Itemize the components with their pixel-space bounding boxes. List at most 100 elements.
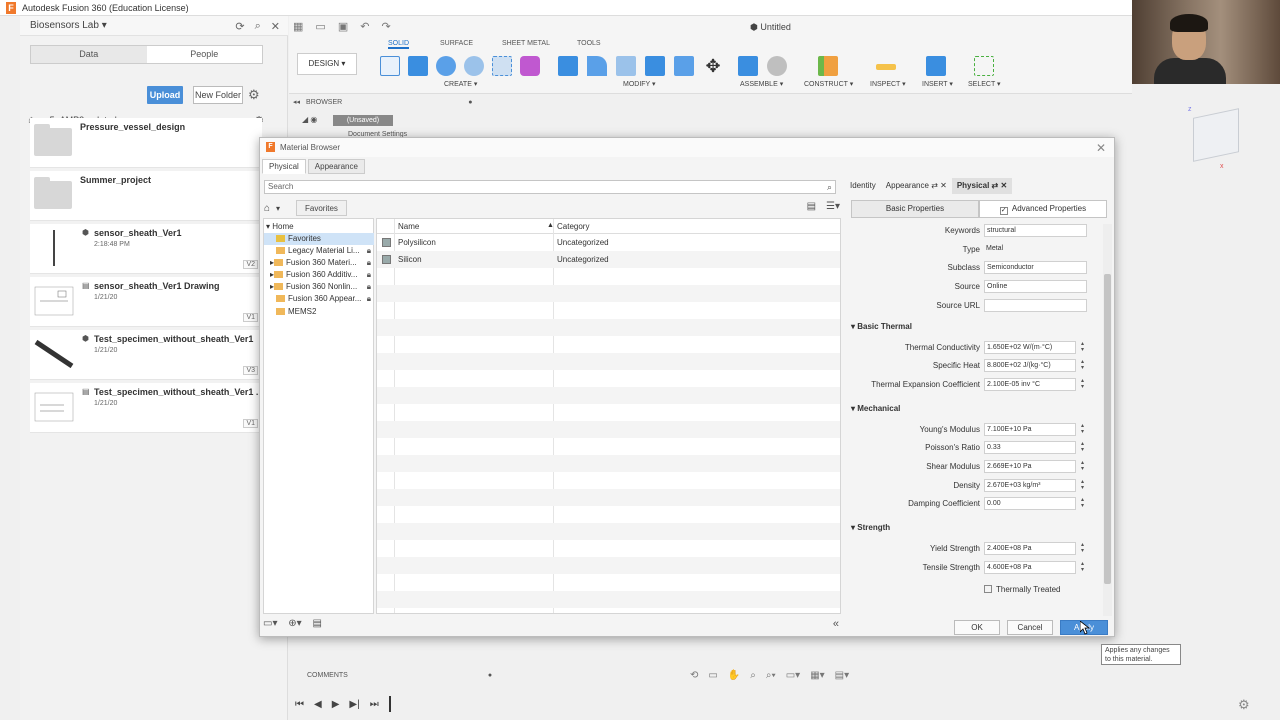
- tab-tools[interactable]: TOOLS: [577, 40, 601, 47]
- tab-solid[interactable]: SOLID: [388, 40, 410, 49]
- property-value-input[interactable]: 7.100E+10 Pa: [984, 422, 1076, 436]
- swap-icon[interactable]: ⇄: [992, 181, 999, 190]
- timeline-forward-icon[interactable]: ▶|: [349, 699, 359, 710]
- property-value[interactable]: Online: [984, 280, 1087, 294]
- tab-identity[interactable]: Identity: [845, 178, 881, 194]
- browser-panel-header[interactable]: ◂◂ BROWSER ●: [289, 94, 489, 110]
- upload-button[interactable]: Upload: [147, 86, 183, 104]
- tab-physical-prop[interactable]: Physical ⇄ ✕: [951, 178, 1013, 194]
- select-menu[interactable]: SELECT ▾: [968, 80, 1001, 88]
- home-icon[interactable]: ⌂: [264, 203, 270, 214]
- property-value-input[interactable]: 0.00: [984, 497, 1076, 511]
- hole-icon[interactable]: [464, 56, 484, 76]
- viewports-icon[interactable]: ▤▾: [835, 670, 849, 681]
- editor-icon[interactable]: ▤: [312, 618, 321, 629]
- list-item[interactable]: sensor_sheath_Ver1 ⬢ 2:18:48 PM V2: [30, 224, 262, 274]
- property-value[interactable]: [984, 298, 1087, 312]
- workspace-switcher[interactable]: DESIGN ▾: [297, 53, 357, 75]
- combine-icon[interactable]: [645, 56, 665, 76]
- new-folder-button[interactable]: New Folder: [193, 86, 243, 104]
- view-toggle-icon[interactable]: ▤: [807, 201, 816, 212]
- gear-icon[interactable]: ⚙: [248, 87, 260, 103]
- basic-properties-tab[interactable]: Basic Properties: [851, 200, 979, 218]
- timeline-play-icon[interactable]: ▶: [332, 699, 340, 710]
- search-icon[interactable]: ⌕: [827, 181, 832, 193]
- spinner-icon[interactable]: ▴ ▾: [1078, 341, 1087, 354]
- new-component-icon[interactable]: [738, 56, 758, 76]
- fillet-icon[interactable]: [587, 56, 607, 76]
- list-item[interactable]: Summer_project: [30, 171, 262, 221]
- collapse-panel-icon[interactable]: «: [833, 618, 839, 630]
- pin-icon[interactable]: ●: [488, 672, 492, 679]
- tab-sheet-metal[interactable]: SHEET METAL: [502, 40, 550, 47]
- timeline-marker[interactable]: [388, 696, 391, 712]
- unsaved-root[interactable]: (Unsaved): [333, 115, 393, 126]
- property-value-input[interactable]: 2.400E+08 Pa: [984, 542, 1076, 556]
- tree-item-legacy[interactable]: Legacy Material Li... 🔒︎: [264, 245, 374, 257]
- tree-item-home[interactable]: ▾ Home: [264, 221, 374, 233]
- grid-settings-icon[interactable]: ▦▾: [810, 670, 824, 681]
- undo-icon[interactable]: ↶: [360, 20, 369, 33]
- advanced-properties-tab[interactable]: ✓ Advanced Properties: [979, 200, 1107, 218]
- close-icon[interactable]: ✕: [1000, 181, 1007, 190]
- orbit-icon[interactable]: ⟲: [690, 670, 698, 681]
- version-badge[interactable]: V3: [243, 366, 258, 375]
- grid-menu-icon[interactable]: ▦: [293, 20, 303, 33]
- section-header[interactable]: ▾ Strength: [851, 523, 890, 532]
- modify-menu[interactable]: MODIFY ▾: [623, 80, 656, 88]
- ok-button[interactable]: OK: [954, 620, 1000, 635]
- display-settings-icon[interactable]: ▭▾: [786, 670, 800, 681]
- viewcube[interactable]: [1193, 108, 1239, 162]
- close-icon[interactable]: ✕: [940, 181, 947, 190]
- spinner-icon[interactable]: ▴ ▾: [1078, 378, 1087, 391]
- property-value-input[interactable]: 4.600E+08 Pa: [984, 560, 1076, 574]
- list-item[interactable]: sensor_sheath_Ver1 Drawing ▤ 1/21/20 V1: [30, 277, 262, 327]
- dialog-titlebar[interactable]: F Material Browser ✕: [260, 138, 1114, 157]
- property-value-input[interactable]: 0.33: [984, 441, 1076, 455]
- shell-icon[interactable]: [616, 56, 636, 76]
- column-category[interactable]: Category: [557, 222, 589, 231]
- library-folder-icon[interactable]: ▭▾: [263, 618, 277, 629]
- tree-item-fusion-materials[interactable]: ▸ Fusion 360 Materi... 🔒︎: [264, 257, 374, 269]
- property-value-input[interactable]: 2.100E-05 inv °C: [984, 377, 1076, 391]
- section-header[interactable]: ▾ Mechanical: [851, 404, 900, 413]
- tab-appearance-prop[interactable]: Appearance ⇄ ✕: [881, 178, 952, 194]
- comments-panel-header[interactable]: COMMENTS ●: [289, 668, 492, 684]
- insert-menu[interactable]: INSERT ▾: [922, 80, 953, 88]
- file-icon[interactable]: ▭: [315, 20, 325, 33]
- tab-people[interactable]: People: [147, 46, 263, 63]
- gear-icon[interactable]: ⚙: [1238, 697, 1250, 713]
- select-icon[interactable]: [974, 56, 994, 76]
- property-value-input[interactable]: 2.670E+03 kg/m³: [984, 478, 1076, 492]
- property-value-input[interactable]: 2.669E+10 Pa: [984, 460, 1076, 473]
- press-pull-icon[interactable]: [558, 56, 578, 76]
- refresh-icon[interactable]: ⟳: [235, 20, 244, 33]
- move-icon[interactable]: ✥: [703, 56, 723, 76]
- list-item[interactable]: Pressure_vessel_design: [30, 118, 262, 168]
- property-value-input[interactable]: 8.800E+02 J/(kg·°C): [984, 359, 1076, 373]
- extrude-icon[interactable]: [408, 56, 428, 76]
- fit-icon[interactable]: ⌕▾: [766, 670, 776, 681]
- property-value[interactable]: structural: [984, 224, 1087, 237]
- swap-icon[interactable]: ⇄: [931, 181, 938, 190]
- new-sketch-icon[interactable]: [380, 56, 400, 76]
- insert-image-icon[interactable]: [926, 56, 946, 76]
- construct-menu[interactable]: CONSTRUCT ▾: [804, 80, 853, 88]
- tab-surface[interactable]: SURFACE: [440, 40, 473, 47]
- property-value-input[interactable]: 1.650E+02 W/(m·°C): [984, 340, 1076, 354]
- create-menu[interactable]: CREATE ▾: [444, 80, 477, 88]
- inspect-menu[interactable]: INSPECT ▾: [870, 80, 906, 88]
- spinner-icon[interactable]: ▴ ▾: [1078, 479, 1087, 492]
- tree-item-mems2[interactable]: MEMS2: [264, 306, 374, 318]
- properties-scrollbar[interactable]: [1103, 224, 1112, 616]
- look-at-icon[interactable]: ▭: [708, 670, 717, 681]
- favorites-crumb[interactable]: Favorites: [296, 200, 347, 216]
- timeline-back-icon[interactable]: ◀: [314, 699, 322, 710]
- tree-item-fusion-appearance[interactable]: Fusion 360 Appear... 🔒︎: [264, 293, 374, 305]
- tree-item-fusion-nonlinear[interactable]: ▸ Fusion 360 Nonlin... 🔒︎: [264, 281, 374, 293]
- offset-plane-icon[interactable]: [818, 56, 838, 76]
- collapse-icon[interactable]: ◂◂: [293, 98, 300, 106]
- close-icon[interactable]: ✕: [271, 20, 280, 33]
- tab-data[interactable]: Data: [31, 46, 147, 63]
- joint-icon[interactable]: [767, 56, 787, 76]
